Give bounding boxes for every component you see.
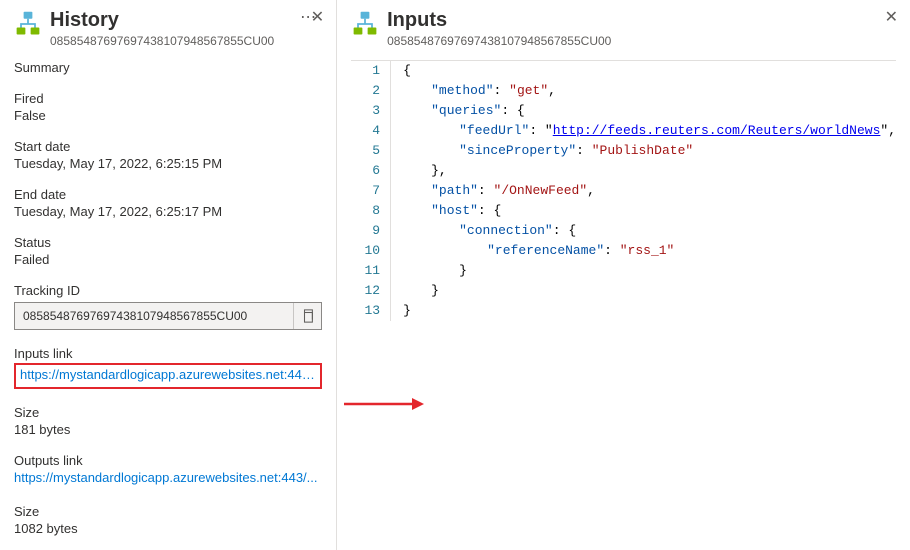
- inputs-link-highlight: https://mystandardlogicapp.azurewebsites…: [14, 363, 322, 389]
- inputs-title: Inputs: [387, 8, 896, 32]
- arrow-icon: [344, 396, 424, 415]
- json-code: {"method": "get","queries": {"feedUrl": …: [391, 61, 896, 321]
- close-icon[interactable]: ✕: [311, 10, 324, 26]
- tracking-id-input[interactable]: [15, 305, 293, 327]
- summary-label: Summary: [14, 60, 322, 75]
- outputs-link[interactable]: https://mystandardlogicapp.azurewebsites…: [14, 470, 318, 485]
- fired-label: Fired: [14, 91, 322, 106]
- outputs-link-label: Outputs link: [14, 453, 322, 468]
- fired-value: False: [14, 108, 322, 123]
- inputs-panel: ✕ Inputs 08585487697697438107948567855CU…: [337, 0, 910, 550]
- history-panel: ✕ History 08585487697697438107948567855C…: [0, 0, 337, 550]
- line-gutter: 12345678910111213: [351, 61, 391, 321]
- status-label: Status: [14, 235, 322, 250]
- outputs-size-value: 1082 bytes: [14, 521, 322, 536]
- start-date-value: Tuesday, May 17, 2022, 6:25:15 PM: [14, 156, 322, 171]
- workflow-icon: [351, 10, 379, 38]
- status-value: Failed: [14, 252, 322, 267]
- inputs-link[interactable]: https://mystandardlogicapp.azurewebsites…: [20, 367, 316, 382]
- tracking-id-field: [14, 302, 322, 330]
- copy-icon[interactable]: [293, 303, 321, 329]
- history-header: History 08585487697697438107948567855CU0…: [14, 8, 322, 48]
- json-editor[interactable]: 12345678910111213 {"method": "get","quer…: [351, 60, 896, 321]
- inputs-link-label: Inputs link: [14, 346, 322, 361]
- close-icon[interactable]: ✕: [885, 10, 898, 26]
- inputs-size-value: 181 bytes: [14, 422, 322, 437]
- inputs-size-label: Size: [14, 405, 322, 420]
- history-id: 08585487697697438107948567855CU00: [50, 34, 290, 48]
- workflow-icon: [14, 10, 42, 38]
- tracking-id-label: Tracking ID: [14, 283, 322, 298]
- inputs-header: Inputs 08585487697697438107948567855CU00: [351, 8, 896, 48]
- end-date-label: End date: [14, 187, 322, 202]
- outputs-size-label: Size: [14, 504, 322, 519]
- history-title: History: [50, 8, 290, 32]
- inputs-id: 08585487697697438107948567855CU00: [387, 34, 896, 48]
- end-date-value: Tuesday, May 17, 2022, 6:25:17 PM: [14, 204, 322, 219]
- start-date-label: Start date: [14, 139, 322, 154]
